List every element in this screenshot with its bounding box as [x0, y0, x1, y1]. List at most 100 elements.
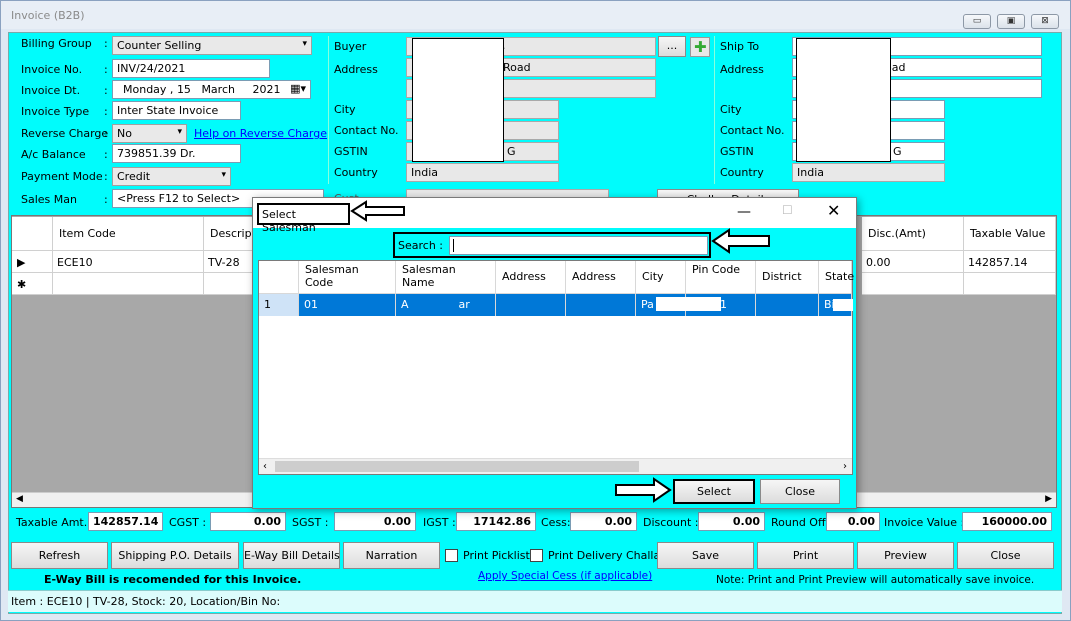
preview-button[interactable]: Preview	[857, 542, 954, 569]
print-picklist-checkbox[interactable]	[445, 549, 458, 562]
col-item-code[interactable]: Item Code	[53, 217, 204, 251]
buyer-address-label: Address	[334, 63, 378, 76]
refresh-button[interactable]: Refresh	[11, 542, 108, 569]
payment-mode-select[interactable]: Credit ▾	[112, 167, 231, 186]
invoice-no-field[interactable]: INV/24/2021	[112, 59, 270, 78]
invoice-date-picker[interactable]: Monday , 15 March 2021 ▦▾	[112, 80, 311, 99]
table-cell-item-code[interactable]	[53, 273, 204, 295]
invoice-type-field[interactable]: Inter State Invoice	[112, 101, 241, 120]
col-disc-amt[interactable]: Disc.(Amt)	[862, 217, 964, 251]
ship-to-label: Ship To	[720, 40, 760, 53]
buyer-city-label: City	[334, 103, 356, 116]
table-cell-disc[interactable]: 0.00	[862, 251, 964, 273]
col-city[interactable]: City	[636, 261, 686, 294]
arrow-left-icon	[711, 228, 770, 254]
dialog-title-bar: Select Salesman — ☐ ✕	[253, 198, 856, 234]
print-picklist-label[interactable]: Print Picklist	[463, 549, 530, 562]
save-button[interactable]: Save	[657, 542, 754, 569]
reverse-charge-select[interactable]: No ▾	[112, 124, 187, 143]
table-cell-code[interactable]: 01	[299, 294, 396, 316]
eway-note: E-Way Bill is recomended for this Invoic…	[44, 573, 302, 586]
calendar-icon[interactable]: ▦▾	[290, 82, 306, 95]
invoice-value-field: 160000.00	[962, 512, 1052, 531]
table-cell-address-2[interactable]	[566, 294, 636, 316]
invoice-dt-label: Invoice Dt.	[21, 84, 81, 97]
billing-group-label: Billing Group	[21, 37, 92, 50]
col-salesman-code[interactable]: Salesman Code	[299, 261, 396, 294]
taxable-amt-field: 142857.14	[88, 512, 163, 531]
col-pin-code[interactable]: Pin Code	[686, 261, 756, 294]
row-number: 1	[259, 294, 299, 316]
balance-label: A/c Balance	[21, 148, 86, 161]
col-address-2[interactable]: Address	[566, 261, 636, 294]
reverse-charge-label: Reverse Charge	[21, 127, 109, 140]
print-note: Note: Print and Print Preview will autom…	[716, 574, 1035, 586]
table-row[interactable]: 1 01 Aar Pa 1 Bi	[259, 294, 853, 316]
redaction-box	[412, 38, 504, 162]
search-label: Search :	[398, 239, 443, 252]
table-cell-disc[interactable]	[862, 273, 964, 295]
discount-label: Discount :	[643, 516, 699, 529]
print-challan-checkbox[interactable]	[530, 549, 543, 562]
ship-country-label: Country	[720, 166, 764, 179]
table-cell-address-1[interactable]	[496, 294, 566, 316]
scroll-left-icon[interactable]: ◀	[16, 494, 23, 504]
cgst-field: 0.00	[210, 512, 286, 531]
minimize-icon[interactable]: —	[737, 204, 751, 220]
salesman-table: Salesman Code Salesman Name Address Addr…	[258, 260, 854, 475]
table-cell-district[interactable]	[756, 294, 819, 316]
scroll-right-icon[interactable]: ›	[843, 461, 847, 472]
select-button[interactable]: Select	[673, 479, 755, 504]
billing-group-select[interactable]: Counter Selling ▾	[112, 36, 312, 55]
table-cell-item-code[interactable]: ECE10	[53, 251, 204, 273]
narration-button[interactable]: Narration	[343, 542, 440, 569]
row-marker: ▶	[12, 251, 53, 273]
maximize-icon[interactable]: ☐	[782, 203, 793, 217]
sgst-field: 0.00	[334, 512, 416, 531]
add-buyer-button[interactable]: ✚	[690, 37, 710, 57]
scrollbar-thumb[interactable]	[275, 461, 639, 472]
print-button[interactable]: Print	[757, 542, 854, 569]
col-salesman-name[interactable]: Salesman Name	[396, 261, 496, 294]
dialog-close-button[interactable]: Close	[760, 479, 840, 504]
scroll-right-icon[interactable]: ▶	[1045, 494, 1052, 504]
table-cell-taxable[interactable]	[964, 273, 1056, 295]
close-window-button[interactable]: ⊠	[1031, 14, 1059, 29]
discount-field[interactable]: 0.00	[698, 512, 765, 531]
col-state[interactable]: State	[819, 261, 854, 294]
invoice-type-label: Invoice Type	[21, 105, 90, 118]
new-row-marker: ✱	[12, 273, 53, 295]
help-reverse-charge-link[interactable]: Help on Reverse Charge	[194, 127, 327, 140]
buyer-label: Buyer	[334, 40, 367, 53]
col-taxable-value[interactable]: Taxable Value	[964, 217, 1056, 251]
eway-bill-button[interactable]: E-Way Bill Details	[243, 542, 340, 569]
special-cess-link[interactable]: Apply Special Cess (if applicable)	[478, 570, 652, 582]
table-cell-name[interactable]: Aar	[396, 294, 496, 316]
close-icon[interactable]: ✕	[827, 201, 840, 220]
search-input[interactable]	[449, 236, 708, 255]
table-cell-taxable[interactable]: 142857.14	[964, 251, 1056, 273]
print-challan-label[interactable]: Print Delivery Challan	[548, 549, 667, 562]
round-off-field[interactable]: 0.00	[826, 512, 880, 531]
col-district[interactable]: District	[756, 261, 819, 294]
ship-country-field[interactable]: India	[792, 163, 945, 182]
col-address-1[interactable]: Address	[496, 261, 566, 294]
redaction-box	[833, 299, 853, 311]
close-button[interactable]: Close	[957, 542, 1054, 569]
igst-field: 17142.86	[456, 512, 536, 531]
sgst-label: SGST :	[292, 516, 329, 529]
arrow-right-icon	[615, 477, 672, 503]
buyer-country-label: Country	[334, 166, 378, 179]
minimize-button[interactable]: ▭	[963, 14, 991, 29]
payment-mode-label: Payment Mode	[21, 170, 103, 183]
shipping-po-button[interactable]: Shipping P.O. Details	[111, 542, 239, 569]
maximize-button[interactable]: ▣	[997, 14, 1025, 29]
dialog-horizontal-scrollbar[interactable]: ‹ ›	[259, 458, 852, 474]
buyer-browse-button[interactable]: ...	[658, 36, 686, 57]
buyer-country-field[interactable]: India	[406, 163, 559, 182]
scroll-left-icon[interactable]: ‹	[263, 461, 267, 472]
chevron-down-icon: ▾	[177, 127, 182, 137]
dialog-title: Select Salesman	[257, 203, 350, 234]
balance-field: 739851.39 Dr.	[112, 144, 241, 163]
redaction-box	[656, 297, 721, 311]
